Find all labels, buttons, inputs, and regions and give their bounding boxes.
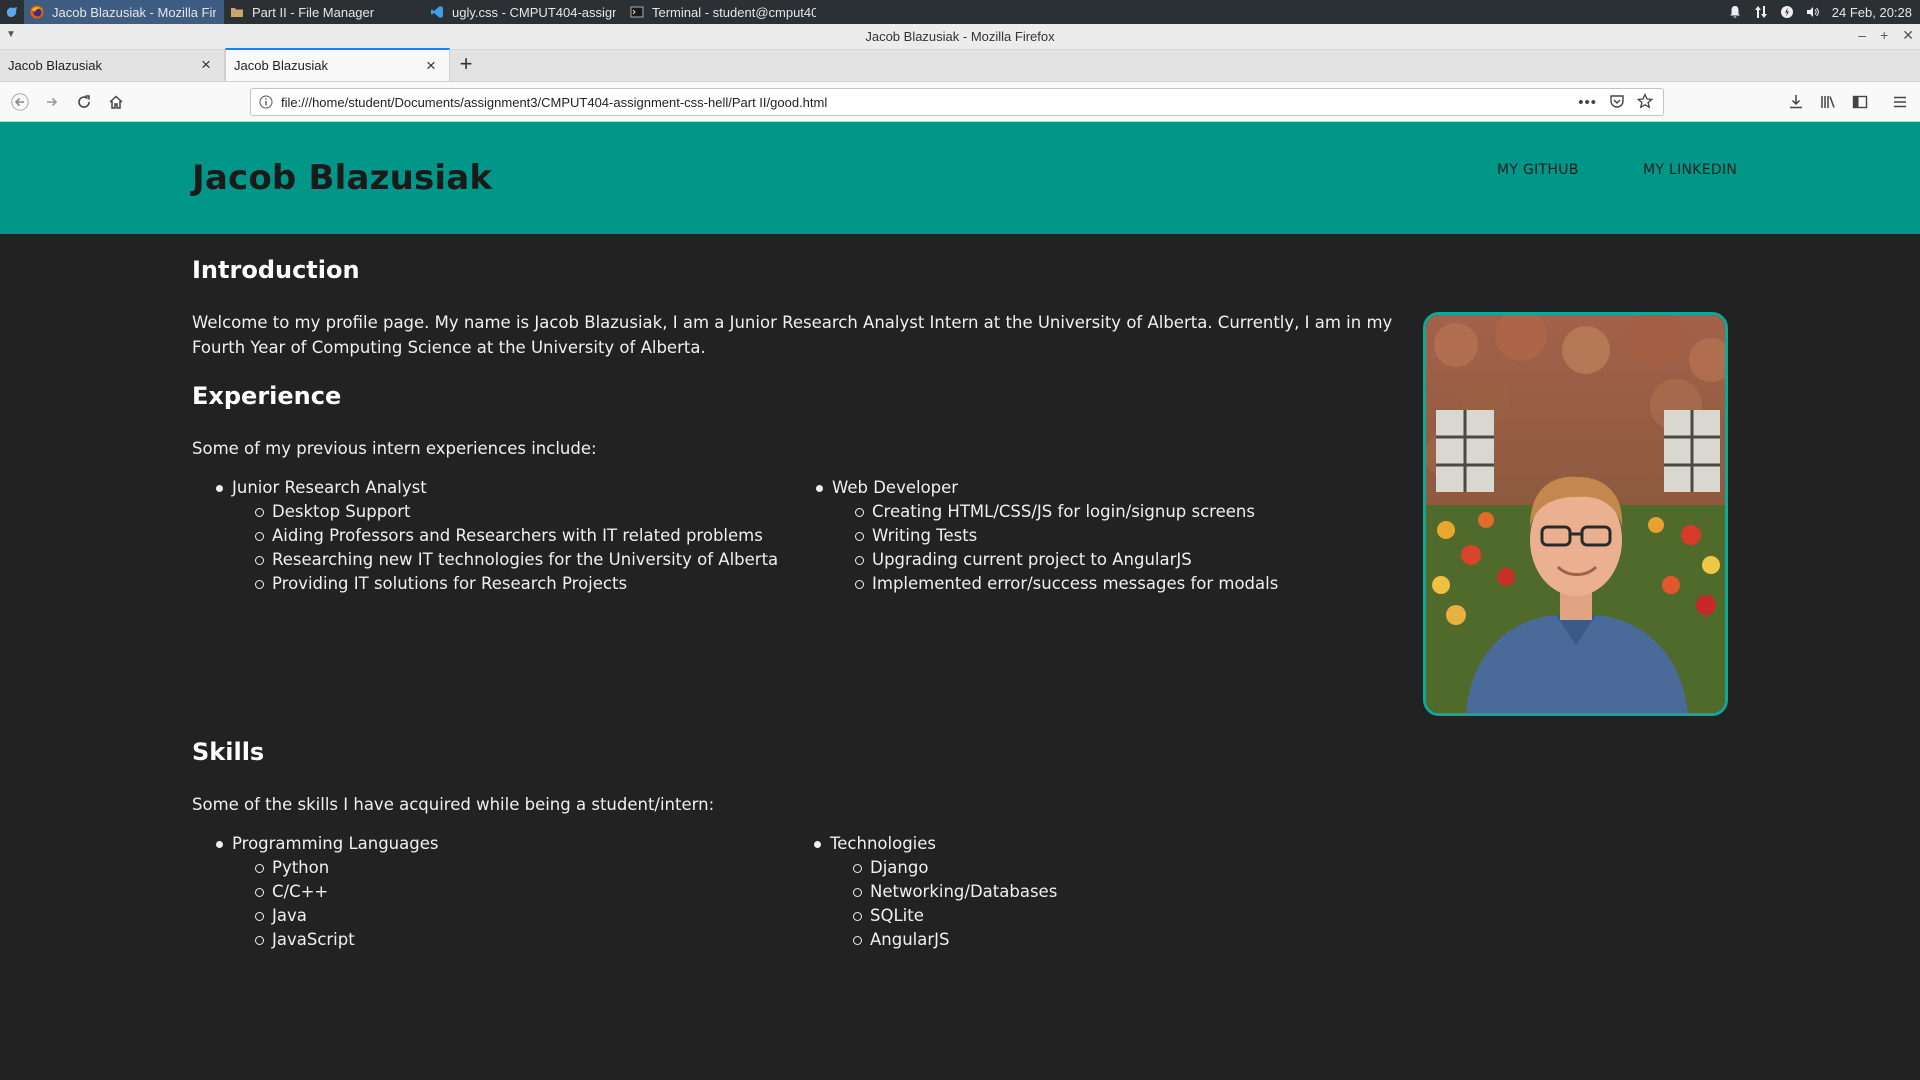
- list-item: Web Developer: [792, 476, 1392, 500]
- terminal-icon: [630, 5, 644, 19]
- linkedin-link[interactable]: MY LINKEDIN: [1643, 162, 1737, 178]
- forward-arrow-icon: [47, 97, 58, 106]
- tab-title: Jacob Blazusiak: [234, 58, 328, 73]
- taskbar-task-vscode[interactable]: ugly.css - CMPUT404-assign...: [424, 0, 624, 24]
- list-item: Junior Research Analyst: [192, 476, 792, 500]
- list-item: Java: [192, 904, 792, 928]
- url-text[interactable]: file:///home/student/Documents/assignmen…: [281, 95, 1578, 110]
- site-info-icon[interactable]: [251, 95, 281, 109]
- site-name: Jacob Blazusiak: [192, 158, 493, 198]
- navigation-toolbar: file:///home/student/Documents/assignmen…: [0, 82, 1920, 122]
- list-item: Researching new IT technologies for the …: [192, 548, 792, 572]
- list-item: Networking/Databases: [790, 880, 1390, 904]
- list-item: Desktop Support: [192, 500, 792, 524]
- experience-heading: Experience: [192, 382, 342, 410]
- taskbar-task-firefox[interactable]: Jacob Blazusiak - Mozilla Fire...: [24, 0, 224, 24]
- taskbar-task-label: ugly.css - CMPUT404-assign...: [452, 4, 616, 20]
- sidebar-button[interactable]: [1844, 86, 1876, 118]
- list-item: Python: [192, 856, 792, 880]
- tab-1[interactable]: Jacob Blazusiak ×: [0, 49, 225, 81]
- home-icon: [109, 94, 123, 109]
- downloads-button[interactable]: [1780, 86, 1812, 118]
- sidebar-icon: [1852, 95, 1868, 109]
- experience-lead: Some of my previous intern experiences i…: [192, 439, 597, 458]
- bookmark-star-icon[interactable]: [1636, 92, 1654, 112]
- window-titlebar: ▼ Jacob Blazusiak - Mozilla Firefox – + …: [0, 24, 1920, 50]
- profile-photo-illustration: [1426, 315, 1725, 713]
- power-icon[interactable]: [1780, 5, 1794, 19]
- system-tray: 24 Feb, 20:28: [1728, 0, 1920, 24]
- site-header: Jacob Blazusiak MY GITHUB MY LINKEDIN: [0, 122, 1920, 234]
- forward-button[interactable]: [36, 86, 68, 118]
- experience-title: Web Developer: [832, 478, 959, 497]
- list-item: Implemented error/success messages for m…: [792, 572, 1392, 596]
- list-item: Technologies: [790, 832, 1390, 856]
- list-item: Programming Languages: [192, 832, 792, 856]
- tab-title: Jacob Blazusiak: [8, 57, 102, 73]
- start-menu-icon[interactable]: [0, 0, 24, 24]
- pocket-icon[interactable]: [1609, 93, 1625, 112]
- hamburger-menu-icon: [1894, 96, 1906, 108]
- taskbar-task-label: Jacob Blazusiak - Mozilla Fire...: [52, 4, 216, 20]
- github-link[interactable]: MY GITHUB: [1497, 162, 1579, 178]
- reload-button[interactable]: [68, 86, 100, 118]
- vscode-icon: [430, 5, 444, 19]
- tab-2[interactable]: Jacob Blazusiak ×: [225, 48, 450, 81]
- skills-column-1: Programming Languages Python C/C++ Java …: [192, 832, 792, 952]
- list-item: JavaScript: [192, 928, 792, 952]
- library-button[interactable]: [1812, 86, 1844, 118]
- page-viewport: Jacob Blazusiak MY GITHUB MY LINKEDIN In…: [0, 122, 1920, 1080]
- list-item: Aiding Professors and Researchers with I…: [192, 524, 792, 548]
- maximize-icon[interactable]: +: [1880, 27, 1888, 44]
- list-item: AngularJS: [790, 928, 1390, 952]
- skills-heading: Skills: [192, 738, 265, 766]
- minimize-icon[interactable]: –: [1858, 27, 1866, 44]
- profile-photo: [1423, 312, 1728, 716]
- home-button[interactable]: [100, 86, 132, 118]
- clock[interactable]: 24 Feb, 20:28: [1832, 5, 1912, 20]
- introduction-heading: Introduction: [192, 256, 360, 284]
- close-tab-icon[interactable]: ×: [198, 56, 214, 73]
- folder-icon: [230, 5, 244, 19]
- skill-category-title: Technologies: [830, 834, 936, 853]
- url-bar[interactable]: file:///home/student/Documents/assignmen…: [250, 88, 1664, 116]
- experience-title: Junior Research Analyst: [232, 478, 427, 497]
- library-icon: [1821, 96, 1835, 108]
- list-item: Creating HTML/CSS/JS for login/signup sc…: [792, 500, 1392, 524]
- reload-icon: [78, 94, 90, 108]
- taskbar-task-file-manager[interactable]: Part II - File Manager: [224, 0, 424, 24]
- page-actions-icon[interactable]: •••: [1578, 94, 1597, 111]
- download-icon: [1790, 95, 1802, 109]
- list-item: Upgrading current project to AngularJS: [792, 548, 1392, 572]
- back-arrow-icon: [11, 92, 29, 111]
- list-item: Django: [790, 856, 1390, 880]
- experience-column-2: Web Developer Creating HTML/CSS/JS for l…: [792, 476, 1392, 596]
- list-item: Writing Tests: [792, 524, 1392, 548]
- skills-column-2: Technologies Django Networking/Databases…: [790, 832, 1390, 952]
- experience-column-1: Junior Research Analyst Desktop Support …: [192, 476, 792, 596]
- close-tab-icon[interactable]: ×: [423, 57, 439, 74]
- list-item: Providing IT solutions for Research Proj…: [192, 572, 792, 596]
- tab-strip: Jacob Blazusiak × Jacob Blazusiak × +: [0, 48, 1920, 82]
- list-item: SQLite: [790, 904, 1390, 928]
- firefox-icon: [30, 5, 44, 19]
- taskbar-task-terminal[interactable]: Terminal - student@cmput40...: [624, 0, 824, 24]
- network-icon[interactable]: [1754, 5, 1768, 19]
- window-menu-icon[interactable]: ▼: [6, 29, 16, 40]
- menu-button[interactable]: [1884, 86, 1916, 118]
- introduction-text: Welcome to my profile page. My name is J…: [192, 313, 1393, 357]
- taskbar-task-label: Terminal - student@cmput40...: [652, 4, 816, 20]
- skills-lead: Some of the skills I have acquired while…: [192, 795, 715, 814]
- list-item: C/C++: [192, 880, 792, 904]
- new-tab-button[interactable]: +: [450, 49, 482, 81]
- notification-bell-icon[interactable]: [1728, 5, 1742, 19]
- close-window-icon[interactable]: ✕: [1902, 27, 1914, 44]
- os-taskbar: Jacob Blazusiak - Mozilla Fire... Part I…: [0, 0, 1920, 24]
- volume-icon[interactable]: [1806, 5, 1820, 19]
- skill-category-title: Programming Languages: [232, 834, 439, 853]
- back-button[interactable]: [4, 86, 36, 118]
- taskbar-task-label: Part II - File Manager: [252, 4, 375, 20]
- window-title: Jacob Blazusiak - Mozilla Firefox: [865, 29, 1055, 44]
